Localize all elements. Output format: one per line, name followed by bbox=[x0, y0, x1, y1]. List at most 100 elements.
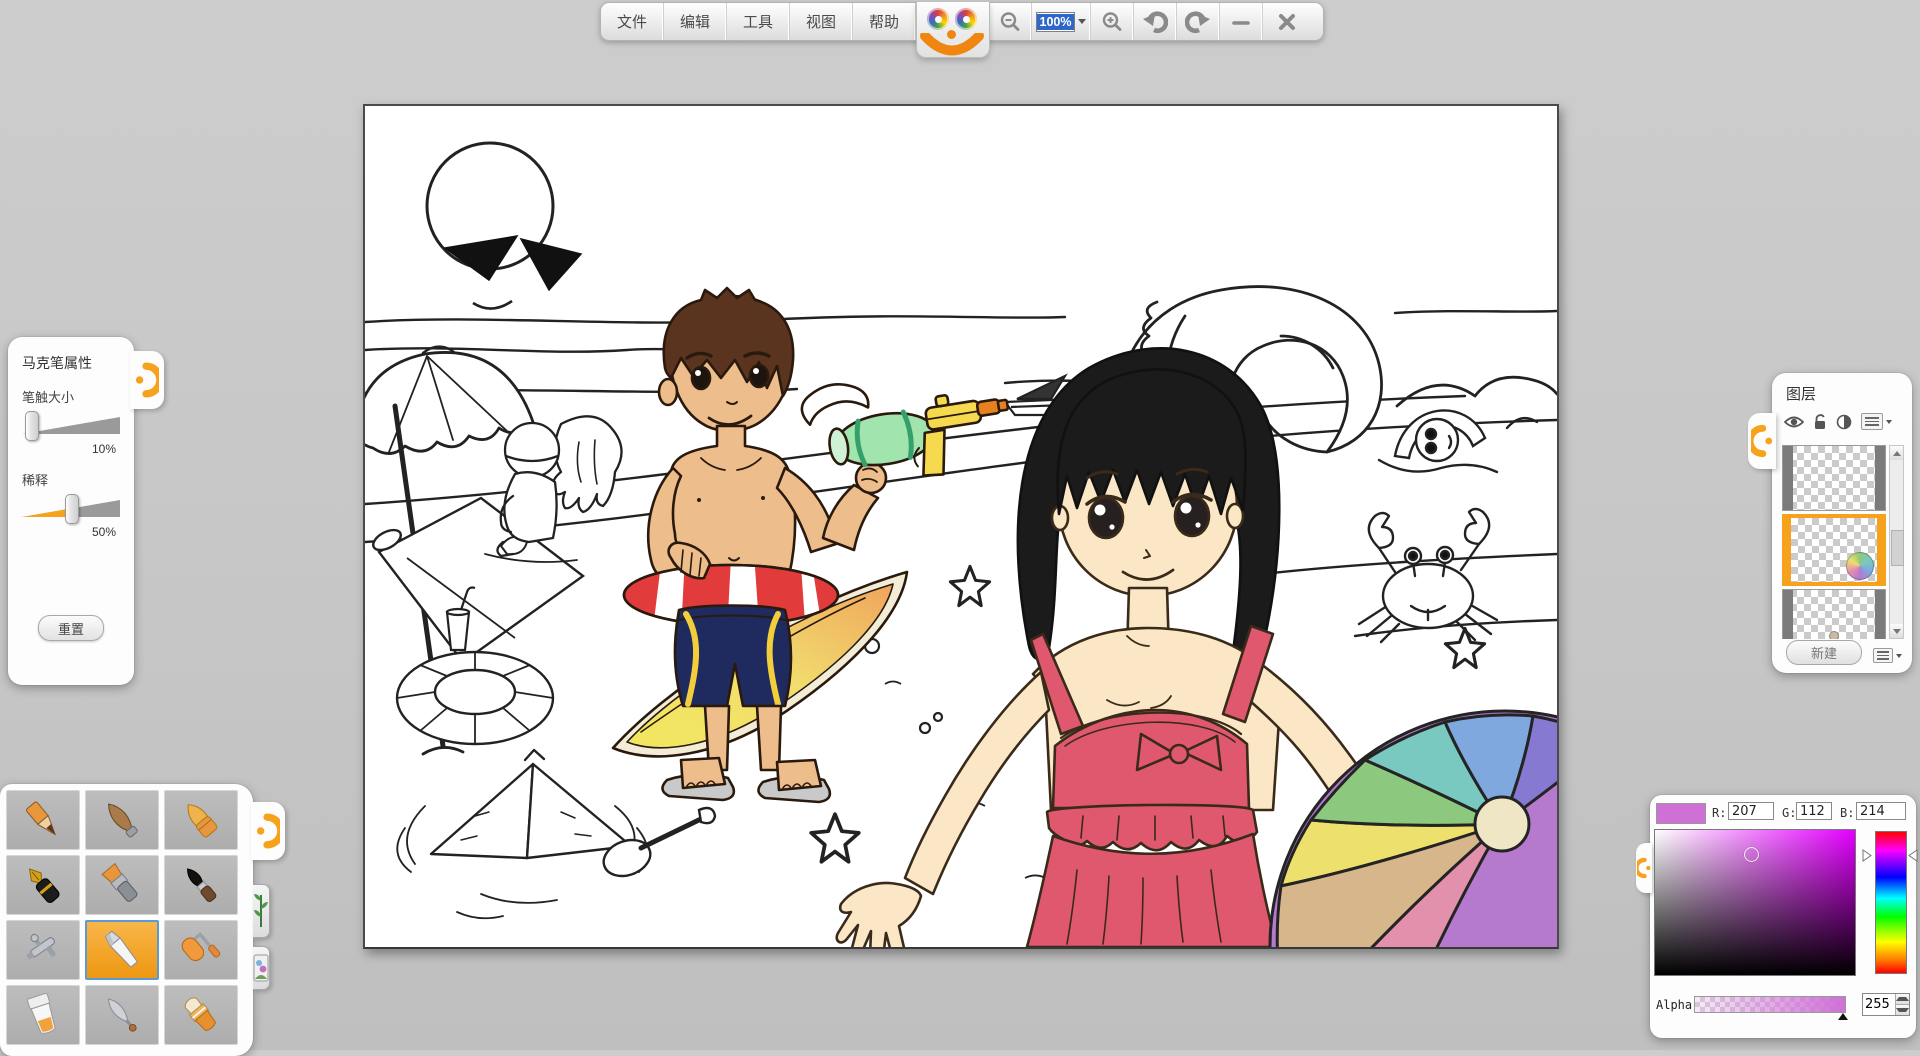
clown-eye-icon bbox=[927, 8, 949, 30]
green-label: G: bbox=[1782, 806, 1796, 820]
layers-menu-button[interactable] bbox=[1861, 413, 1892, 430]
menu-view[interactable]: 视图 bbox=[790, 3, 853, 40]
brush-size-slider-handle[interactable] bbox=[25, 411, 39, 441]
tool-crayon[interactable] bbox=[164, 790, 238, 850]
zoom-out-icon bbox=[999, 11, 1021, 33]
menu-edit[interactable]: 编辑 bbox=[664, 3, 727, 40]
tool-fountain-pen[interactable] bbox=[6, 855, 80, 915]
minimize-button[interactable] bbox=[1220, 3, 1263, 40]
scrollbar-thumb[interactable] bbox=[1891, 530, 1904, 566]
layer-item-3[interactable] bbox=[1782, 589, 1886, 639]
close-button[interactable] bbox=[1263, 3, 1311, 40]
menu-caret-icon bbox=[1886, 420, 1892, 424]
drawing-canvas[interactable] bbox=[363, 104, 1559, 949]
scroll-down-button[interactable] bbox=[1890, 624, 1903, 638]
blue-input[interactable] bbox=[1856, 802, 1906, 820]
menu-tools[interactable]: 工具 bbox=[727, 3, 790, 40]
hue-marker-left-icon[interactable] bbox=[1862, 849, 1872, 862]
zoom-out-button[interactable] bbox=[989, 3, 1032, 40]
layer-visibility-eye-icon[interactable] bbox=[1784, 415, 1804, 429]
thumb-letterbox bbox=[1783, 590, 1793, 639]
close-icon bbox=[1277, 12, 1297, 32]
tab-plant-stamp[interactable] bbox=[253, 884, 270, 938]
marker-panel-collapse-handle[interactable] bbox=[130, 351, 164, 409]
sun-with-sunglasses bbox=[427, 143, 581, 309]
tool-palette-panel bbox=[0, 784, 253, 1056]
zoom-dropdown-caret-icon[interactable] bbox=[1078, 19, 1086, 24]
layers-scrollbar[interactable] bbox=[1889, 445, 1904, 639]
layer-blend-contrast-icon[interactable] bbox=[1836, 414, 1852, 430]
current-color-swatch[interactable] bbox=[1656, 803, 1706, 824]
reset-button[interactable]: 重置 bbox=[38, 615, 104, 641]
dilute-slider[interactable] bbox=[22, 495, 120, 523]
redo-button[interactable] bbox=[1177, 3, 1220, 40]
tool-marker[interactable] bbox=[85, 920, 159, 980]
layer-item-1[interactable] bbox=[1782, 445, 1886, 511]
menu-help[interactable]: 帮助 bbox=[853, 3, 916, 40]
saturation-value-field[interactable] bbox=[1654, 829, 1856, 976]
brush-size-slider[interactable] bbox=[22, 412, 120, 440]
new-layer-button[interactable]: 新建 bbox=[1786, 640, 1862, 665]
layers-panel-title: 图层 bbox=[1786, 383, 1816, 404]
alpha-value-input[interactable] bbox=[1863, 994, 1895, 1015]
main-toolbar: 文件 编辑 工具 视图 帮助 100% bbox=[600, 2, 1324, 41]
collapse-handle-icon bbox=[1637, 848, 1651, 888]
alpha-decrement-button[interactable] bbox=[1896, 1004, 1909, 1015]
layer-thumbnail-beach-ball bbox=[1846, 552, 1874, 580]
alpha-slider[interactable] bbox=[1694, 996, 1846, 1013]
tab-picture-stamp[interactable] bbox=[253, 946, 270, 990]
zoom-in-icon bbox=[1101, 11, 1123, 33]
sand-pyramid bbox=[397, 750, 647, 918]
layers-panel-collapse-handle[interactable] bbox=[1748, 413, 1776, 469]
layers-options-button[interactable] bbox=[1873, 648, 1902, 663]
tool-eraser[interactable] bbox=[164, 985, 238, 1045]
layer-lock-icon[interactable] bbox=[1813, 414, 1827, 430]
zoom-in-button[interactable] bbox=[1091, 3, 1134, 40]
zoom-level-field[interactable]: 100% bbox=[1032, 3, 1091, 40]
undo-icon bbox=[1142, 10, 1168, 34]
layers-panel: 图层 bbox=[1772, 373, 1912, 673]
undo-button[interactable] bbox=[1134, 3, 1177, 40]
beach-scene bbox=[365, 106, 1557, 947]
scroll-up-button[interactable] bbox=[1890, 446, 1903, 460]
line-art-swim-ring bbox=[397, 652, 553, 744]
color-picker-collapse-handle[interactable] bbox=[1636, 843, 1652, 893]
alpha-slider-marker[interactable] bbox=[1838, 1013, 1848, 1020]
brush-size-label: 笔触大小 bbox=[22, 387, 120, 406]
dilute-label: 稀释 bbox=[22, 470, 120, 489]
water-gun bbox=[799, 358, 1017, 495]
swimmer bbox=[1379, 410, 1537, 472]
menu-lines-icon bbox=[1861, 413, 1883, 430]
collapse-handle-icon bbox=[256, 809, 280, 853]
brush-size-value: 10% bbox=[22, 442, 116, 456]
redo-icon bbox=[1185, 10, 1211, 34]
hue-bar[interactable] bbox=[1875, 831, 1907, 974]
thumb-letterbox bbox=[1875, 590, 1885, 639]
tool-paint-jar[interactable] bbox=[6, 985, 80, 1045]
tool-pencil[interactable] bbox=[6, 790, 80, 850]
red-input[interactable] bbox=[1728, 802, 1774, 820]
green-input[interactable] bbox=[1796, 802, 1832, 820]
clown-mascot-handle[interactable] bbox=[916, 3, 989, 40]
marker-properties-panel: 马克笔属性 笔触大小 10% 稀释 50% 重置 bbox=[8, 337, 134, 685]
dilute-slider-handle[interactable] bbox=[65, 494, 79, 524]
hue-marker-right-icon[interactable] bbox=[1908, 849, 1918, 862]
alpha-increment-button[interactable] bbox=[1896, 994, 1909, 1004]
crab bbox=[1359, 509, 1497, 642]
thumb-letterbox bbox=[1875, 446, 1885, 510]
zoom-level-value: 100% bbox=[1037, 14, 1075, 30]
tool-ink-brush[interactable] bbox=[164, 855, 238, 915]
clown-eye-icon bbox=[955, 8, 977, 30]
menu-lines-icon bbox=[1873, 648, 1893, 663]
alpha-spinner bbox=[1862, 993, 1910, 1016]
blue-label: B: bbox=[1840, 806, 1854, 820]
tool-wooden-pen[interactable] bbox=[85, 790, 159, 850]
menu-file[interactable]: 文件 bbox=[601, 3, 664, 40]
layer-item-2-selected[interactable] bbox=[1782, 514, 1886, 586]
tool-flat-brush[interactable] bbox=[85, 855, 159, 915]
tool-paint-roller[interactable] bbox=[164, 920, 238, 980]
tool-palette-knife[interactable] bbox=[85, 985, 159, 1045]
tool-airbrush[interactable] bbox=[6, 920, 80, 980]
tool-palette-collapse-handle[interactable] bbox=[251, 802, 285, 860]
color-position-marker[interactable] bbox=[1744, 847, 1759, 862]
